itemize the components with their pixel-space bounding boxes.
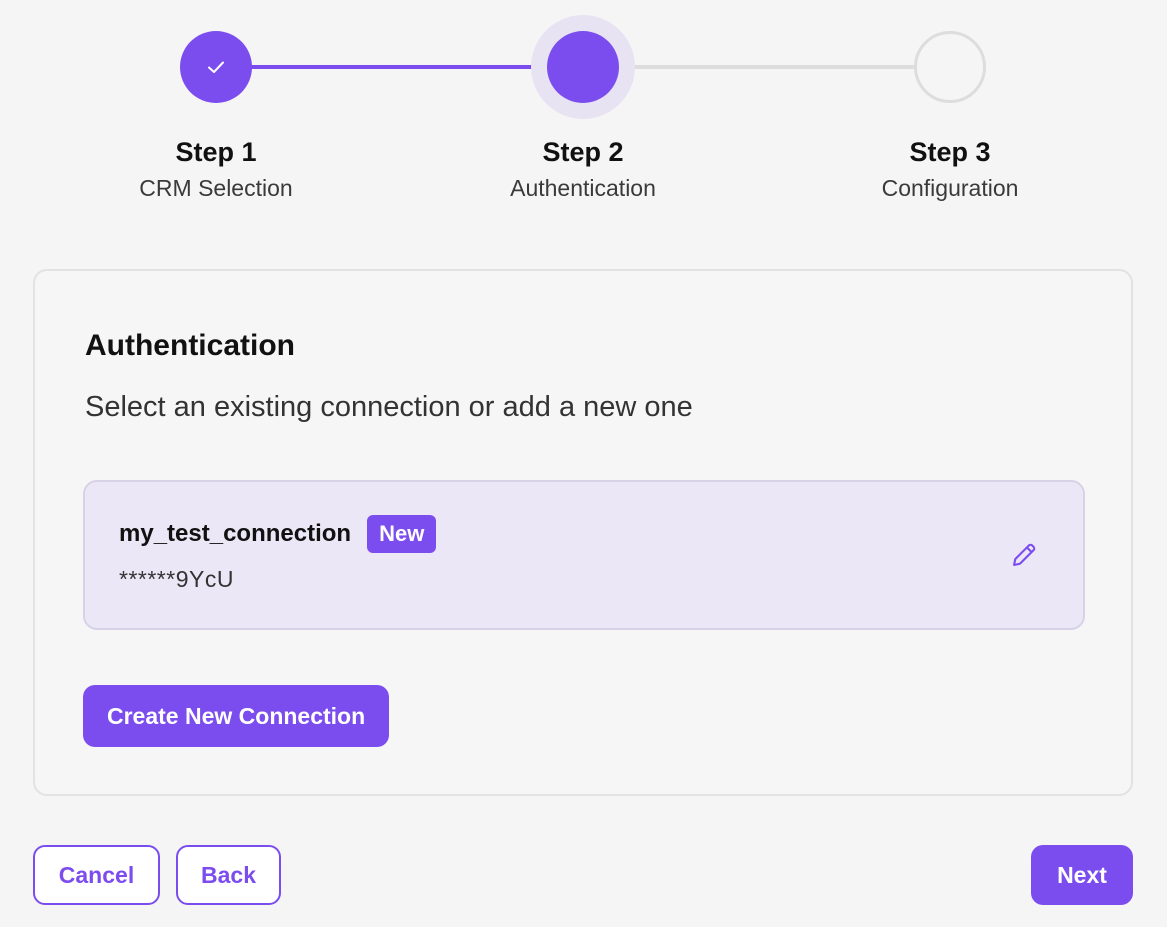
edit-connection-button[interactable] <box>1007 538 1041 572</box>
pencil-icon <box>1013 543 1036 566</box>
step-2-title: Step 2 <box>542 137 624 167</box>
check-icon <box>208 61 224 73</box>
create-new-connection-button[interactable]: Create New Connection <box>83 685 390 747</box>
cancel-button[interactable]: Cancel <box>33 845 160 905</box>
back-button[interactable]: Back <box>176 845 281 905</box>
step-2-subtitle: Authentication <box>510 175 656 201</box>
step-1-subtitle: CRM Selection <box>139 175 293 201</box>
step-3-subtitle: Configuration <box>881 175 1019 201</box>
step-1-title: Step 1 <box>175 137 257 167</box>
card-title: Authentication <box>85 329 295 362</box>
step-2-indicator <box>547 31 619 103</box>
connection-name: my_test_connection <box>119 520 352 547</box>
stepper-track-pending <box>583 65 950 69</box>
stepper-track-completed <box>216 65 583 69</box>
next-button[interactable]: Next <box>1031 845 1133 905</box>
authentication-card: Authentication Select an existing connec… <box>33 269 1133 796</box>
card-description: Select an existing connection or add a n… <box>85 391 693 423</box>
step-3-indicator <box>914 31 986 103</box>
connection-item[interactable]: my_test_connection New ******9YcU <box>83 480 1085 630</box>
new-badge: New <box>367 515 437 553</box>
connection-masked-key: ******9YcU <box>119 566 234 592</box>
step-3-title: Step 3 <box>909 137 991 167</box>
step-1-indicator <box>180 31 252 103</box>
stepper: Step 1 CRM Selection Step 2 Authenticati… <box>0 0 1167 230</box>
